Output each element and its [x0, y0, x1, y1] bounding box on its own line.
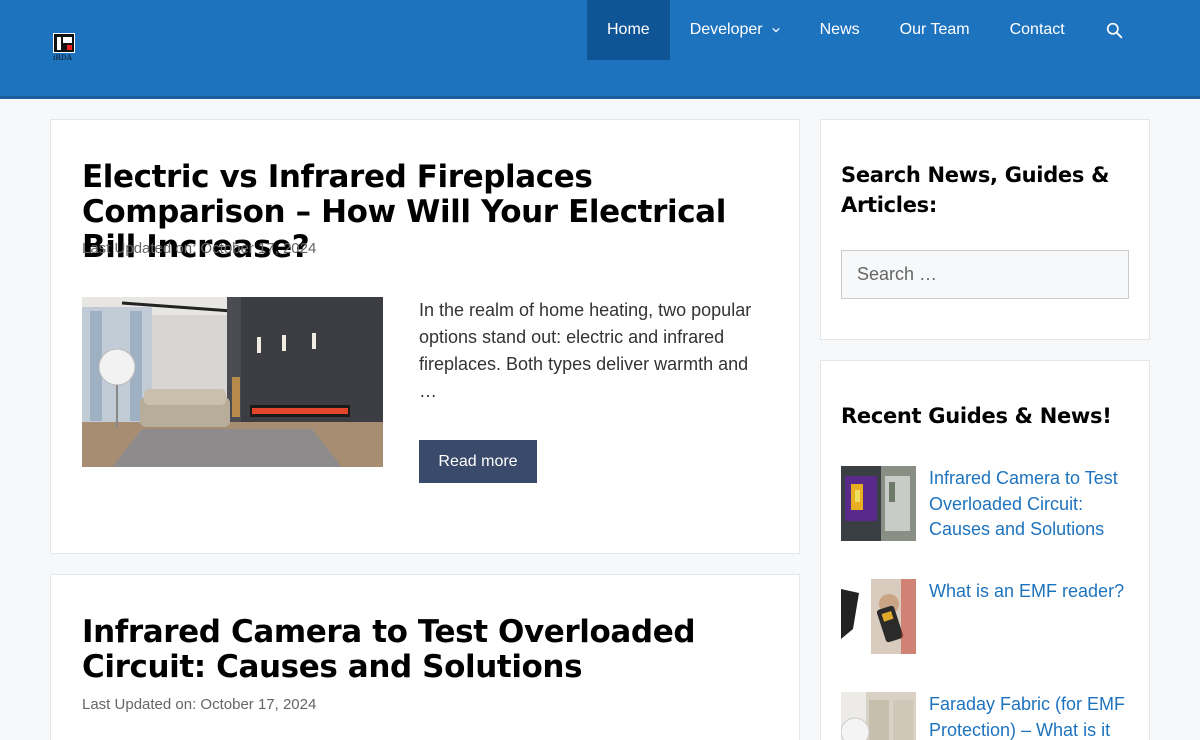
nav-item-label: News [819, 21, 860, 38]
emf-reader-image [841, 579, 916, 654]
chevron-down-icon [771, 27, 780, 33]
post-excerpt: In the realm of home heating, two popula… [419, 300, 752, 401]
recent-post-item: What is an EMF reader? [841, 579, 1131, 659]
nav-item-label: Our Team [899, 21, 970, 38]
site-header: iRDA Home Developer News Our Team Contac… [0, 0, 1200, 99]
recent-post-link[interactable]: Faraday Fabric (for EMF Protection) – Wh… [929, 692, 1134, 740]
post-updated-date: Last Updated on: October 17, 2024 [82, 696, 317, 713]
logo-text: iRDA [53, 54, 72, 62]
recent-post-thumbnail[interactable] [841, 692, 916, 740]
recent-posts-widget: Recent Guides & News! Infrared Camera to… [820, 360, 1150, 740]
nav-item-developer[interactable]: Developer [670, 0, 800, 60]
nav-item-news[interactable]: News [800, 0, 880, 60]
nav-item-home[interactable]: Home [587, 0, 670, 60]
post-thumbnail[interactable] [82, 297, 383, 467]
fireplace-room-image [82, 297, 383, 467]
thermal-camera-image [841, 466, 916, 541]
post-updated-date: Last Updated on: October 17, 2024 [82, 240, 317, 257]
nav-item-contact[interactable]: Contact [990, 0, 1085, 60]
nav-item-label: Home [607, 21, 650, 38]
nav-item-label: Contact [1009, 21, 1065, 38]
recent-post-item: Faraday Fabric (for EMF Protection) – Wh… [841, 692, 1131, 740]
widget-title: Search News, Guides & Articles: [841, 163, 1110, 217]
widget-title: Recent Guides & News! [841, 404, 1112, 428]
recent-post-thumbnail[interactable] [841, 579, 916, 654]
search-input[interactable] [841, 250, 1129, 299]
recent-post-item: Infrared Camera to Test Overloaded Circu… [841, 466, 1131, 546]
recent-post-link[interactable]: Infrared Camera to Test Overloaded Circu… [929, 466, 1134, 543]
search-widget: Search News, Guides & Articles: [820, 119, 1150, 340]
site-logo[interactable]: iRDA [53, 33, 75, 63]
post-card: Electric vs Infrared Fireplaces Comparis… [50, 119, 800, 554]
recent-post-thumbnail[interactable] [841, 466, 916, 541]
read-more-button[interactable]: Read more [419, 440, 537, 483]
logo-mark-icon [53, 33, 75, 53]
post-title[interactable]: Infrared Camera to Test Overloaded Circu… [82, 615, 762, 685]
post-card: Infrared Camera to Test Overloaded Circu… [50, 574, 800, 740]
nav-item-our-team[interactable]: Our Team [880, 0, 990, 60]
main-nav: Home Developer News Our Team Contact [587, 0, 1145, 60]
nav-search-button[interactable] [1085, 0, 1145, 60]
faraday-fabric-image [841, 692, 916, 740]
recent-post-link[interactable]: What is an EMF reader? [929, 579, 1134, 605]
search-icon [1107, 22, 1123, 38]
nav-item-label: Developer [689, 21, 763, 38]
